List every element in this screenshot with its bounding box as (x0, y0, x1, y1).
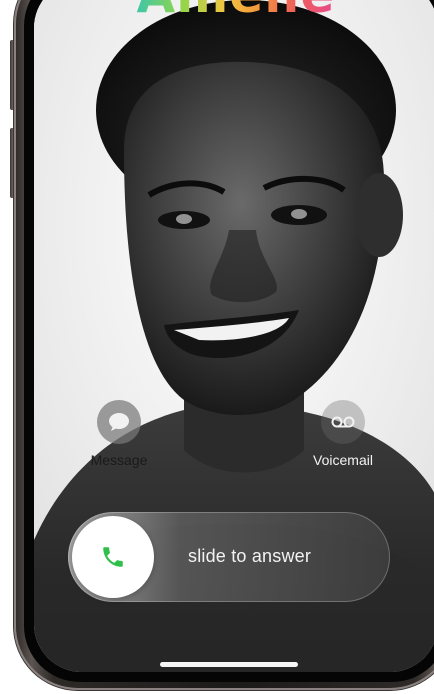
voicemail-action[interactable]: Voicemail (298, 400, 388, 468)
caller-name: Amelie (137, 0, 336, 24)
message-button[interactable] (97, 400, 141, 444)
home-indicator[interactable] (160, 662, 298, 667)
answer-knob[interactable] (72, 516, 154, 598)
message-action[interactable]: Message (74, 400, 164, 468)
incoming-call-screen: Amelie Message Voicemail (34, 0, 434, 672)
phone-icon (103, 547, 123, 567)
message-label: Message (90, 452, 148, 468)
caller-name-area: Amelie (34, 0, 434, 24)
message-bubble-icon (109, 413, 129, 431)
lock-screen-stage: Amelie Message Voicemail (0, 0, 434, 694)
slide-to-answer-label: slide to answer (188, 546, 312, 566)
voicemail-button[interactable] (321, 400, 365, 444)
voicemail-label: Voicemail (313, 452, 373, 468)
slide-to-answer-slider[interactable]: slide to answer (68, 512, 390, 602)
voicemail-icon (331, 416, 355, 428)
